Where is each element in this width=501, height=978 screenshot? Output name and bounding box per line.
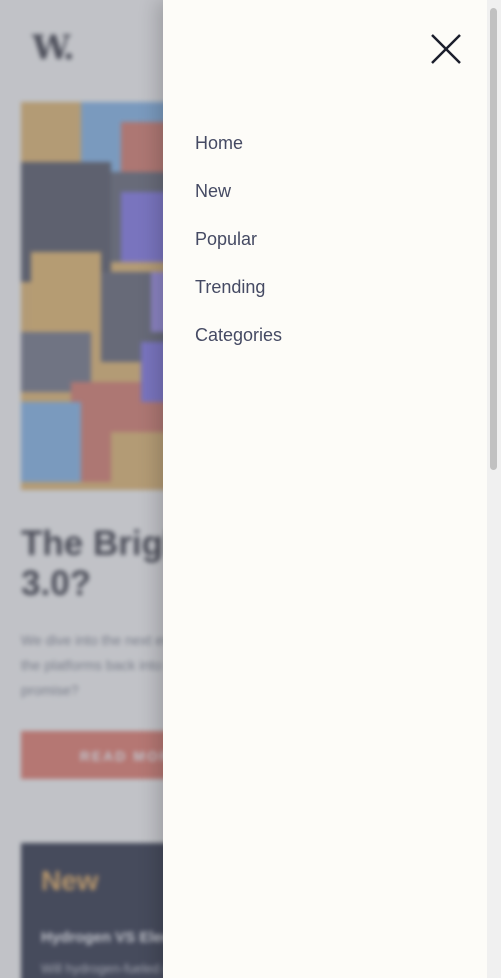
scrollbar[interactable] bbox=[487, 0, 501, 978]
nav-item-popular: Popular bbox=[195, 224, 282, 272]
nav-item-home: Home bbox=[195, 128, 282, 176]
nav-link-trending[interactable]: Trending bbox=[195, 272, 265, 302]
nav-link-popular[interactable]: Popular bbox=[195, 224, 257, 254]
nav-item-new: New bbox=[195, 176, 282, 224]
close-menu-button[interactable] bbox=[429, 32, 463, 66]
scrollbar-thumb[interactable] bbox=[490, 8, 497, 470]
nav-item-trending: Trending bbox=[195, 272, 282, 320]
nav-link-home[interactable]: Home bbox=[195, 128, 243, 158]
close-icon bbox=[431, 34, 461, 64]
nav-item-categories: Categories bbox=[195, 320, 282, 368]
nav-link-new[interactable]: New bbox=[195, 176, 231, 206]
nav-drawer: Home New Popular Trending Categories bbox=[163, 0, 487, 978]
nav-menu: Home New Popular Trending Categories bbox=[195, 128, 282, 368]
nav-link-categories[interactable]: Categories bbox=[195, 320, 282, 350]
